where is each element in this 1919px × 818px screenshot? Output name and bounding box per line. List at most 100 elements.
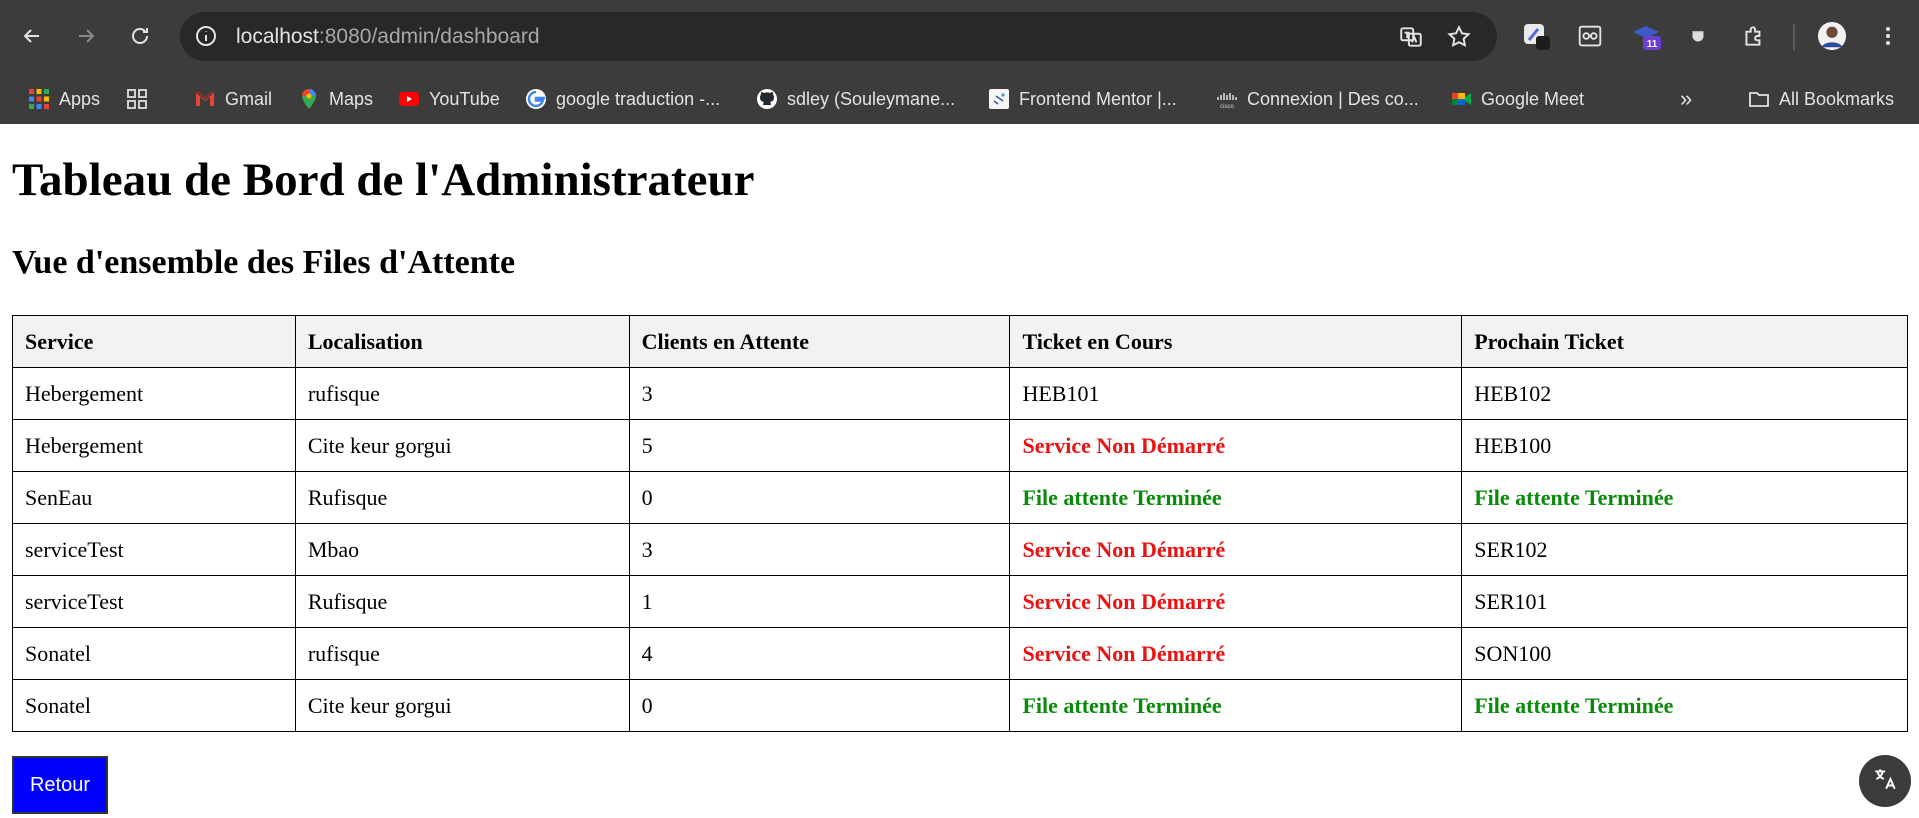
shield-extension-icon[interactable]	[1682, 20, 1714, 52]
svg-text:cisco: cisco	[1220, 104, 1234, 110]
cell-localisation: Cite keur gorgui	[294, 679, 630, 732]
apps-grid-icon	[28, 88, 50, 110]
maps-pin-icon	[298, 88, 320, 110]
cell-current-ticket: Service Non Démarré	[1009, 419, 1463, 472]
cell-clients: 5	[628, 419, 1011, 472]
bookmark-github[interactable]: sdley (Souleymane...	[756, 82, 955, 116]
cell-current-ticket: HEB101	[1009, 367, 1463, 420]
cell-service: Hebergement	[12, 419, 296, 472]
cell-clients: 1	[628, 575, 1011, 628]
cell-service: Sonatel	[12, 679, 296, 732]
extensions-puzzle-icon[interactable]	[1738, 20, 1770, 52]
table-row: Sonatel Cite keur gorgui 0 File attente Ter…	[12, 679, 1908, 732]
cell-clients: 0	[628, 471, 1011, 524]
translate-floating-button[interactable]	[1859, 755, 1911, 807]
cell-next-ticket: File attente Terminée	[1461, 471, 1908, 524]
column-header-next-ticket: Prochain Ticket	[1461, 315, 1908, 368]
cell-service: Hebergement	[12, 367, 296, 420]
cell-localisation: Cite keur gorgui	[294, 419, 630, 472]
bookmark-maps[interactable]: Maps	[298, 82, 373, 116]
cisco-icon: cisco	[1216, 88, 1238, 110]
table-row: Hebergement rufisque 3 HEB101 HEB102	[12, 367, 1908, 420]
column-header-localisation: Localisation	[294, 315, 630, 368]
translate-page-icon[interactable]	[1398, 24, 1424, 50]
column-header-clients: Clients en Attente	[628, 315, 1011, 368]
folder-icon	[1748, 88, 1770, 110]
browser-toolbar: localhost:8080/admin/dashboard 11	[0, 0, 1919, 74]
browser-menu-kebab-icon[interactable]	[1872, 20, 1904, 52]
table-row: serviceTest Mbao 3 Service Non Démarré SER10…	[12, 523, 1908, 576]
bookmark-youtube[interactable]: YouTube	[398, 82, 500, 116]
bookmark-tab-groups[interactable]	[126, 82, 157, 116]
cell-current-ticket: Service Non Démarré	[1009, 575, 1463, 628]
column-header-service: Service	[12, 315, 296, 368]
cell-next-ticket: HEB100	[1461, 419, 1908, 472]
cell-localisation: Mbao	[294, 523, 630, 576]
cell-next-ticket: HEB102	[1461, 367, 1908, 420]
cell-clients: 4	[628, 627, 1011, 680]
bookmark-star-icon[interactable]	[1446, 24, 1472, 50]
color-picker-extension-icon[interactable]	[1520, 20, 1552, 52]
cell-service: Sonatel	[12, 627, 296, 680]
cell-localisation: rufisque	[294, 367, 630, 420]
bookmark-google-traduction[interactable]: google traduction -...	[525, 82, 720, 116]
cell-clients: 3	[628, 367, 1011, 420]
forward-arrow-icon[interactable]	[66, 16, 106, 56]
table-row: SenEau Rufisque 0 File attente Terminée File…	[12, 471, 1908, 524]
bookmark-apps[interactable]: Apps	[28, 82, 100, 116]
cell-clients: 0	[628, 679, 1011, 732]
translate-icon	[1872, 766, 1898, 797]
cell-localisation: Rufisque	[294, 575, 630, 628]
reader-extension-icon[interactable]	[1574, 20, 1606, 52]
back-button[interactable]: Retour	[12, 756, 108, 814]
google-meet-icon	[1450, 88, 1472, 110]
back-arrow-icon[interactable]	[12, 16, 52, 56]
bookmark-gmail[interactable]: Gmail	[194, 82, 272, 116]
cell-localisation: Rufisque	[294, 471, 630, 524]
svg-text:11: 11	[1647, 39, 1658, 50]
queues-table: Service Localisation Clients en Attente …	[12, 315, 1908, 732]
site-info-icon[interactable]	[194, 24, 218, 48]
all-bookmarks-folder[interactable]: All Bookmarks	[1748, 82, 1894, 116]
bookmark-frontend-mentor[interactable]: Frontend Mentor |...	[988, 82, 1177, 116]
bookmarks-bar: Apps Gmail Maps YouTube google traductio…	[0, 74, 1919, 186]
table-row: Hebergement Cite keur gorgui 5 Service Non …	[12, 419, 1908, 472]
cell-current-ticket: File attente Terminée	[1009, 679, 1463, 732]
cell-service: serviceTest	[12, 523, 296, 576]
graduation-cap-extension-icon[interactable]: 11	[1630, 20, 1662, 52]
frontend-mentor-icon	[988, 88, 1010, 110]
bookmark-google-meet[interactable]: Google Meet	[1450, 82, 1584, 116]
gmail-icon	[194, 88, 216, 110]
profile-avatar-icon[interactable]	[1816, 20, 1848, 52]
tab-groups-icon	[126, 88, 148, 110]
google-g-icon	[525, 88, 547, 110]
cell-current-ticket: File attente Terminée	[1009, 471, 1463, 524]
cell-next-ticket: SER101	[1461, 575, 1908, 628]
toolbar-divider	[1793, 24, 1795, 50]
page-subtitle: Vue d'ensemble des Files d'Attente	[12, 244, 516, 281]
cell-next-ticket: SON100	[1461, 627, 1908, 680]
cell-current-ticket: Service Non Démarré	[1009, 523, 1463, 576]
column-header-current-ticket: Ticket en Cours	[1009, 315, 1463, 368]
cell-localisation: rufisque	[294, 627, 630, 680]
cell-next-ticket: SER102	[1461, 523, 1908, 576]
page-content: Tableau de Bord de l'Administrateur Vue …	[0, 124, 1919, 818]
bookmark-cisco-connexion[interactable]: cisco Connexion | Des co...	[1216, 82, 1419, 116]
reload-icon[interactable]	[120, 16, 160, 56]
table-header-row: Service Localisation Clients en Attente …	[12, 315, 1908, 368]
table-row: serviceTest Rufisque 1 Service Non Démarré S…	[12, 575, 1908, 628]
table-row: Sonatel rufisque 4 Service Non Démarré SON10…	[12, 627, 1908, 680]
table-body: Hebergement rufisque 3 HEB101 HEB102 Hebergem…	[12, 367, 1908, 732]
cell-clients: 3	[628, 523, 1011, 576]
cell-next-ticket: File attente Terminée	[1461, 679, 1908, 732]
cell-current-ticket: Service Non Démarré	[1009, 627, 1463, 680]
address-bar[interactable]: localhost:8080/admin/dashboard	[180, 12, 1497, 61]
url-text[interactable]: localhost:8080/admin/dashboard	[236, 24, 540, 50]
bookmarks-overflow-chevron-icon[interactable]: »	[1680, 82, 1692, 116]
github-icon	[756, 88, 778, 110]
cell-service: serviceTest	[12, 575, 296, 628]
browser-chrome: localhost:8080/admin/dashboard 11 Apps G…	[0, 0, 1919, 186]
page-title: Tableau de Bord de l'Administrateur	[12, 154, 755, 206]
cell-service: SenEau	[12, 471, 296, 524]
youtube-icon	[398, 88, 420, 110]
